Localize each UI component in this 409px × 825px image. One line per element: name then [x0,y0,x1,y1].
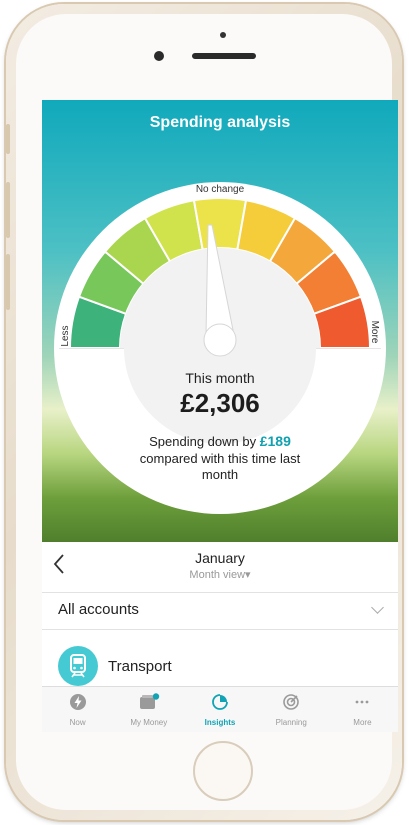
tab-label: More [353,718,372,727]
comparison-line-2: month [201,467,239,482]
tab-planning[interactable]: Planning [256,687,327,732]
tab-bar: Now My Money Insights Planning More [42,686,398,732]
comparison-line-1: compared with this time last [139,451,301,466]
more-icon [356,700,369,704]
chevron-down-icon [371,601,384,614]
lightning-icon [69,694,86,710]
tab-label: Insights [204,718,236,727]
volume-down-button [6,254,10,310]
tab-label: Planning [275,718,307,727]
category-label: Transport [108,658,172,675]
front-camera [154,51,164,61]
mute-switch [6,124,10,154]
insights-icon [212,694,228,710]
wallet-icon [139,693,159,709]
month-view-dropdown[interactable]: Month view▾ [42,568,398,581]
account-filter-label: All accounts [58,601,139,618]
period-selector: January Month view▾ [42,542,398,593]
period-month: January [195,550,245,566]
tab-now[interactable]: Now [42,687,113,732]
tab-label: My Money [130,718,168,727]
tab-insights[interactable]: Insights [184,687,255,732]
account-filter[interactable]: All accounts [42,593,398,630]
app-screen: Spending analysis No change Less More Th… [42,100,398,732]
category-row[interactable]: Transport [42,630,398,686]
target-icon [283,694,300,710]
trend-value: £189 [259,433,291,449]
gauge-label-no-change: No change [196,184,245,195]
spending-trend: Spending down by £189 [42,433,398,449]
spending-amount: £2,306 [180,388,260,418]
gauge-needle-hub [203,323,237,357]
home-button[interactable] [193,741,253,801]
volume-up-button [6,182,10,238]
tab-my-money[interactable]: My Money [113,687,184,732]
gauge-label-less: Less [60,325,71,346]
proximity-sensor [220,32,226,38]
comparison-text: compared with this time last month [42,451,398,483]
tab-more[interactable]: More [327,687,398,732]
this-month-label: This month [185,370,255,386]
earpiece-speaker [192,53,256,59]
train-icon [58,646,98,686]
tab-label: Now [69,718,86,727]
gauge-label-more: More [369,321,380,344]
trend-prefix: Spending down by [149,434,257,449]
